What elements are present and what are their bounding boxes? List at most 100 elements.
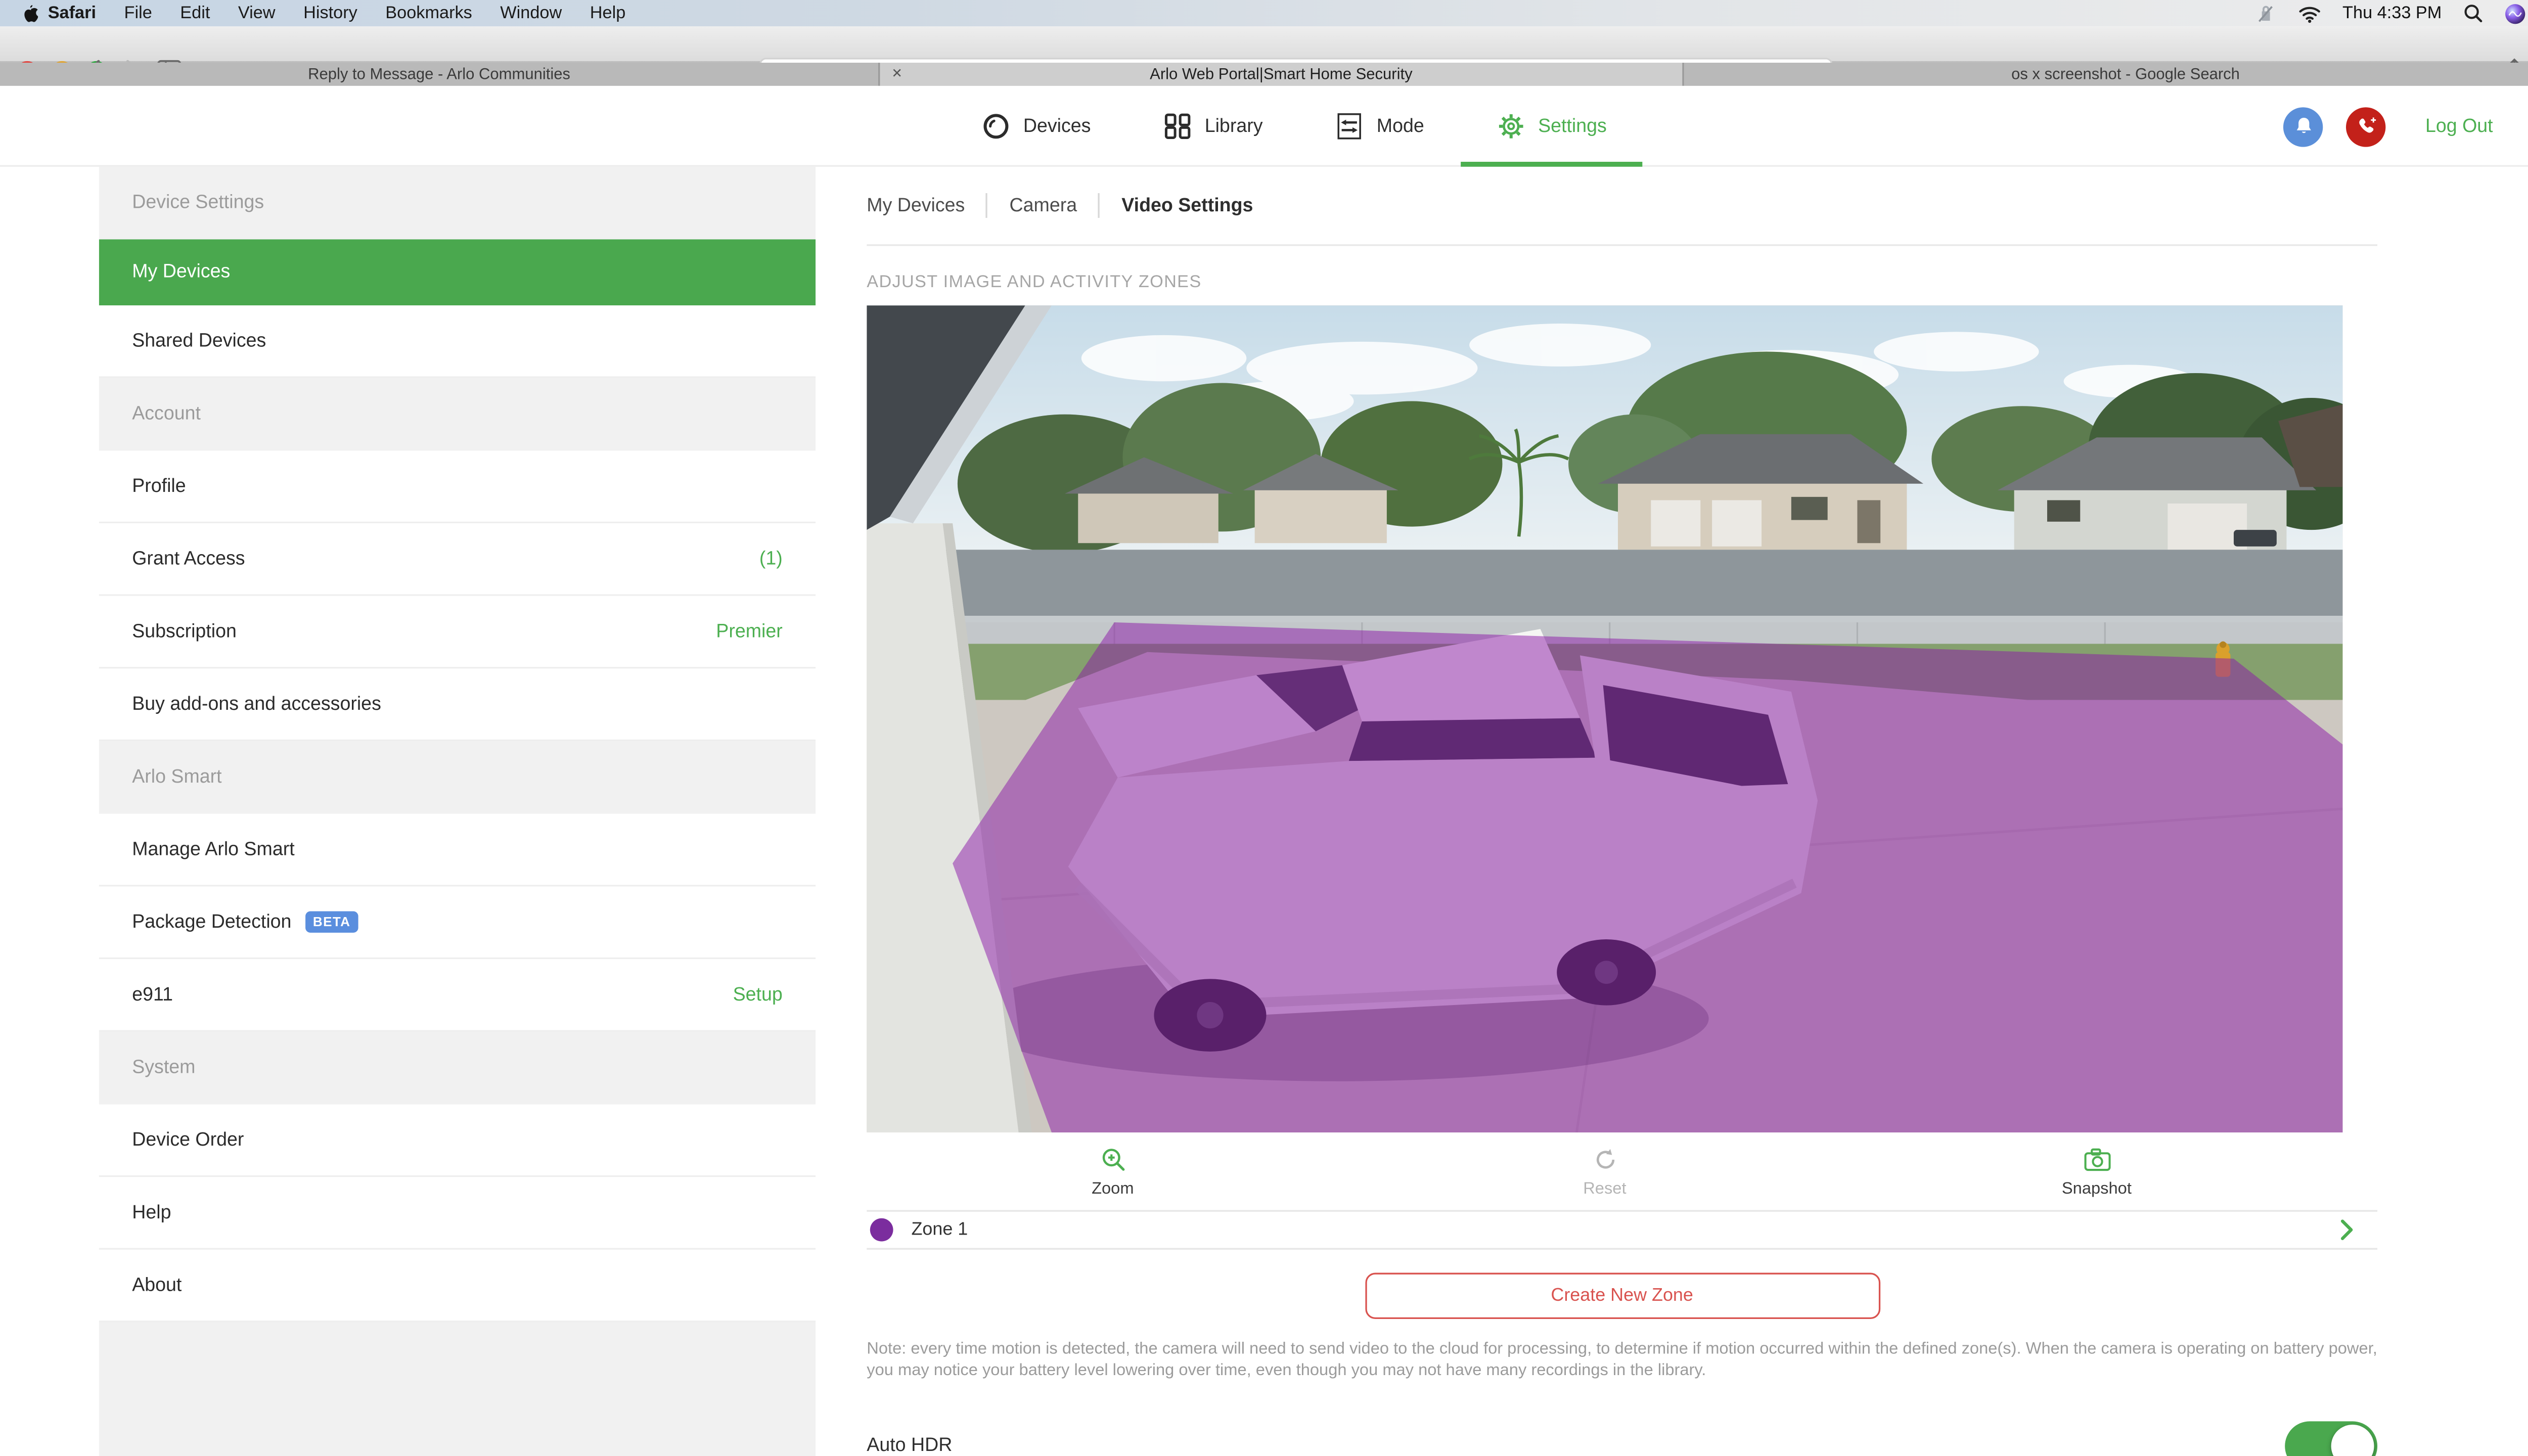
battery-note: Note: every time motion is detected, the…	[867, 1340, 2377, 1380]
main-content: My Devices Camera Video Settings ADJUST IM…	[867, 167, 2378, 1456]
sidebar-item-label: Grant Access	[132, 549, 245, 569]
sidebar-item-value: Setup	[733, 984, 783, 1005]
nav-item-devices[interactable]: Devices	[982, 86, 1091, 167]
notifications-button[interactable]	[2283, 106, 2323, 146]
tool-label: Snapshot	[2061, 1180, 2132, 1199]
auto-hdr-toggle[interactable]	[2285, 1421, 2378, 1456]
menu-item-history[interactable]: History	[303, 4, 357, 23]
sidebar-item-label: Subscription	[132, 621, 237, 642]
breadcrumb-item-video-settings[interactable]: Video Settings	[1121, 196, 1253, 215]
browser-toolbar: arlo.netgear.com	[0, 26, 2528, 86]
sidebar-item-label: My Devices	[132, 262, 231, 283]
sidebar-item-subscription[interactable]: Subscription Premier	[99, 596, 816, 669]
tab-reply-to-message-arlo-commun[interactable]: Reply to Message - Arlo Communities	[0, 63, 880, 86]
tab-os-x-screenshot-google-searc[interactable]: os x screenshot - Google Search	[1684, 63, 2528, 86]
tool-label: Reset	[1583, 1180, 1627, 1199]
toggle-knob	[2331, 1424, 2374, 1456]
devices-icon	[982, 112, 1010, 141]
snapshot-icon	[2083, 1146, 2111, 1174]
tab-arlo-web-portal-smart-home-s[interactable]: ✕ Arlo Web Portal|Smart Home Security	[880, 63, 1684, 86]
nav-item-settings[interactable]: Settings	[1461, 86, 1642, 167]
settings-sidebar: Device Settings My Devices Shared Devices A…	[99, 166, 816, 1456]
mode-icon	[1335, 112, 1364, 141]
spotlight-search-icon[interactable]	[2463, 4, 2483, 23]
menu-clock[interactable]: Thu 4:33 PM	[2342, 4, 2442, 23]
tab-title: Arlo Web Portal|Smart Home Security	[1150, 65, 1413, 83]
arlo-header: arlo DevicesLibraryModeSettings Log Out	[0, 85, 2528, 230]
sidebar-item-e911[interactable]: e911 Setup	[99, 959, 816, 1032]
section-title: ADJUST IMAGE AND ACTIVITY ZONES	[867, 272, 1202, 292]
sidebar-filler	[99, 1322, 816, 1456]
tool-reset: Reset	[1359, 1146, 1850, 1199]
nav-item-mode[interactable]: Mode	[1335, 86, 1424, 167]
apple-menu-icon[interactable]	[20, 3, 38, 24]
sidebar-item-label: Buy add-ons and accessories	[132, 694, 381, 714]
auto-hdr-row: Auto HDR	[867, 1421, 2378, 1456]
sidebar-header-arlo-smart: Arlo Smart	[99, 741, 816, 814]
menu-items: Safari File Edit View History Bookmarks Window…	[48, 4, 626, 23]
sidebar-item-label: About	[132, 1275, 182, 1295]
sidebar-item-label: Shared Devices	[132, 331, 266, 351]
breadcrumb-item-my-devices[interactable]: My Devices	[867, 196, 965, 215]
sidebar-item-shared-devices[interactable]: Shared Devices	[99, 305, 816, 378]
sidebar-item-device-order[interactable]: Device Order	[99, 1104, 816, 1177]
zone-row[interactable]: Zone 1	[867, 1212, 2377, 1248]
breadcrumb-separator	[1098, 193, 1100, 218]
beta-badge: BETA	[304, 911, 359, 933]
divider	[867, 1248, 2378, 1250]
menu-item-window[interactable]: Window	[500, 4, 562, 23]
sidebar-item-value: (1)	[759, 549, 783, 569]
tool-label: Zoom	[1092, 1180, 1134, 1199]
sidebar-item-value: Premier	[716, 621, 783, 642]
sidebar-item-label: Device Order	[132, 1130, 244, 1150]
activity-zone-overlay[interactable]	[953, 622, 2343, 1132]
input-muted-icon[interactable]	[2255, 3, 2276, 24]
tab-title: Reply to Message - Arlo Communities	[308, 65, 571, 83]
menu-item-help[interactable]: Help	[590, 4, 626, 23]
sidebar-item-label: e911	[132, 984, 173, 1005]
main-nav: Devices Library Mode Settings	[982, 86, 1642, 167]
nav-label: Library	[1204, 116, 1263, 136]
chevron-right-icon[interactable]	[2339, 1218, 2354, 1242]
menu-item-bookmarks[interactable]: Bookmarks	[385, 4, 472, 23]
sidebar-item-my-devices[interactable]: My Devices	[99, 239, 816, 306]
logout-link[interactable]: Log Out	[2425, 116, 2493, 136]
sidebar-item-profile[interactable]: Profile	[99, 450, 816, 524]
sidebar-item-package-detection[interactable]: Package Detection BETA	[99, 886, 816, 960]
sidebar-item-about[interactable]: About	[99, 1249, 816, 1323]
tab-bar: Reply to Message - Arlo Communities ✕ Arlo…	[0, 63, 2528, 86]
menu-item-safari[interactable]: Safari	[48, 4, 96, 23]
sidebar-item-label: Manage Arlo Smart	[132, 839, 295, 859]
siri-icon[interactable]	[2504, 3, 2525, 24]
sidebar-item-label: Package Detection	[132, 912, 292, 932]
nav-label: Mode	[1376, 116, 1424, 136]
nav-label: Settings	[1538, 116, 1607, 136]
menu-item-file[interactable]: File	[124, 4, 152, 23]
nav-item-library[interactable]: Library	[1163, 86, 1263, 167]
reset-icon	[1591, 1146, 1619, 1174]
menu-item-view[interactable]: View	[238, 4, 276, 23]
sidebar-item-label: Profile	[132, 476, 186, 496]
sidebar-item-grant-access[interactable]: Grant Access (1)	[99, 523, 816, 596]
sidebar-header-system: System	[99, 1031, 816, 1105]
sidebar-header-device-settings: Device Settings	[99, 166, 816, 240]
create-new-zone-button[interactable]: Create New Zone	[1364, 1272, 1880, 1319]
sidebar-item-buy-add-ons-and-accessories[interactable]: Buy add-ons and accessories	[99, 668, 816, 742]
image-tools: Zoom Reset Snapshot	[867, 1132, 2342, 1210]
camera-preview-image[interactable]	[867, 305, 2343, 1133]
sidebar-item-manage-arlo-smart[interactable]: Manage Arlo Smart	[99, 813, 816, 887]
phone-plus-icon	[2355, 116, 2376, 137]
zoom-icon	[1099, 1146, 1127, 1174]
nav-label: Devices	[1023, 116, 1091, 136]
emergency-call-button[interactable]	[2346, 106, 2386, 146]
sidebar-item-help[interactable]: Help	[99, 1177, 816, 1250]
zone-color-dot	[870, 1218, 893, 1242]
auto-hdr-label: Auto HDR	[867, 1436, 953, 1456]
tool-snapshot[interactable]: Snapshot	[1850, 1146, 2342, 1199]
breadcrumb-item-camera[interactable]: Camera	[1010, 196, 1077, 215]
sidebar-item-label: Help	[132, 1202, 171, 1222]
tool-zoom[interactable]: Zoom	[867, 1146, 1359, 1199]
tab-close-icon[interactable]: ✕	[891, 63, 902, 86]
wifi-icon[interactable]	[2298, 4, 2321, 22]
menu-item-edit[interactable]: Edit	[180, 4, 210, 23]
